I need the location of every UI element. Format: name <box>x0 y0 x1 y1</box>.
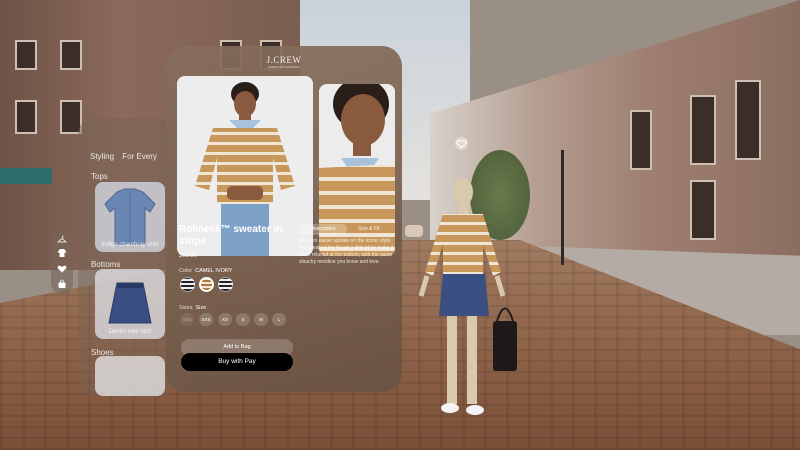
tile-tops[interactable]: Indigo chambray shirt <box>95 182 165 252</box>
tile-shoes[interactable] <box>95 356 165 396</box>
brand-logo: J.CREW <box>266 55 302 65</box>
tab-description[interactable]: Description <box>299 224 347 235</box>
bag-icon[interactable] <box>57 279 67 289</box>
tab-size-fit[interactable]: Size & Fit <box>358 224 388 235</box>
tile-bottoms[interactable]: Denim mini skirt <box>95 269 165 339</box>
category-tabs: Styling For Every <box>90 152 163 161</box>
category-panel: Styling For Every Tops Indigo chambray s… <box>78 118 174 396</box>
size-option-m[interactable]: M <box>254 313 268 326</box>
tab-styling[interactable]: Styling <box>90 152 114 161</box>
color-swatch-navy-ivory[interactable] <box>218 277 233 292</box>
hanger-icon[interactable] <box>56 234 68 244</box>
street-lamp <box>561 150 564 265</box>
size-option-l[interactable]: L <box>272 313 286 326</box>
section-label-bottoms: Bottoms <box>91 260 121 269</box>
size-value: Size <box>195 305 207 311</box>
product-window: J.CREW AMERICAN GARMENT Rollneck™ sweate… <box>166 46 402 392</box>
product-name: Rollneck™ sweater in stripe <box>179 224 283 247</box>
section-label-tops: Tops <box>91 172 108 181</box>
product-description: An even easier update on the iconic styl… <box>299 238 394 265</box>
brand-subtitle: AMERICAN GARMENT <box>268 65 300 69</box>
tile-bottoms-caption: Denim mini skirt <box>108 329 152 335</box>
sweater-icon[interactable] <box>57 248 67 258</box>
tile-tops-caption: Indigo chambray shirt <box>101 242 159 248</box>
size-option-xxs-unavailable[interactable]: XXS <box>180 313 194 326</box>
size-option-xs[interactable]: XS <box>218 313 232 326</box>
product-price: $69.50 <box>179 253 198 259</box>
favorite-heart-icon[interactable] <box>455 137 468 150</box>
color-swatch-black-ivory[interactable] <box>180 277 195 292</box>
sizes-label-text: Sizes <box>179 305 193 311</box>
size-option-s[interactable]: S <box>236 313 250 326</box>
color-label-text: Color <box>179 268 193 274</box>
tab-for-every[interactable]: For Every <box>122 152 157 161</box>
color-label: Color CAMEL IVORY <box>179 268 232 274</box>
mannequin-3d-model[interactable] <box>405 176 520 421</box>
heart-icon[interactable] <box>57 264 67 274</box>
side-tab-strip <box>51 228 73 294</box>
sizes-label: Sizes Size <box>179 305 206 311</box>
size-option-xxs[interactable]: XXS <box>199 313 213 326</box>
color-swatch-camel-ivory[interactable] <box>199 277 214 292</box>
color-value: CAMEL IVORY <box>195 268 233 274</box>
buy-with-pay-button[interactable]: Buy with Pay <box>181 353 293 371</box>
